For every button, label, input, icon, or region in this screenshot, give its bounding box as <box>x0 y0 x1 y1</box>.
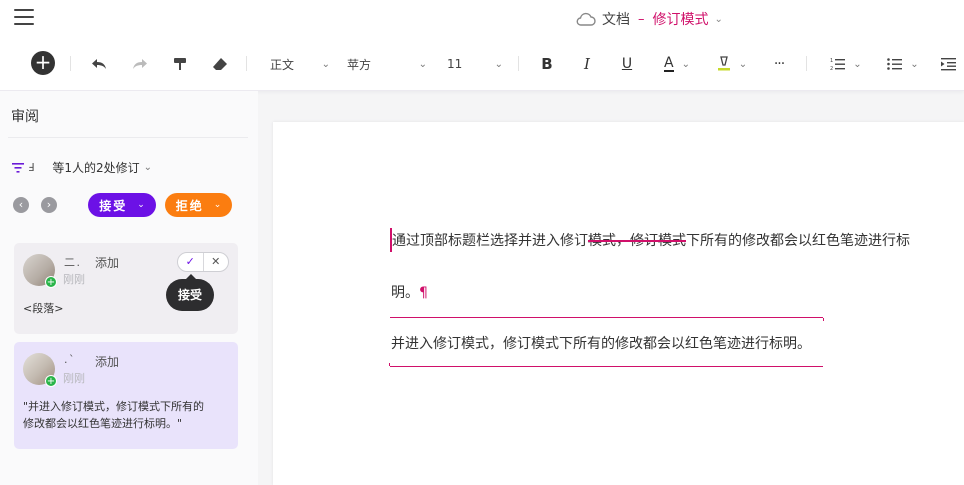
title-separator: – <box>638 11 645 27</box>
eraser-icon[interactable] <box>210 52 230 76</box>
avatar: + <box>23 254 57 288</box>
chevron-down-icon: ⌄ <box>681 58 690 70</box>
revision-content-line: 修改都会以红色笔迹进行标明。" <box>23 417 183 430</box>
paragraph-style-value: 正文 <box>270 57 295 72</box>
reject-revision-icon[interactable]: ✕ <box>204 253 229 271</box>
svg-text:2: 2 <box>830 66 833 71</box>
font-family-select[interactable]: 苹方 ⌄ <box>347 52 427 76</box>
review-title: 审阅 <box>11 109 39 125</box>
insert-plus-button[interactable]: + <box>31 51 55 75</box>
add-badge-icon: + <box>45 375 57 387</box>
underline-button[interactable]: U <box>617 52 637 76</box>
toolbar-divider <box>806 56 807 71</box>
revision-author: 二 . <box>64 256 80 269</box>
deleted-text: 模式，修订模式 <box>588 233 686 249</box>
undo-icon[interactable] <box>89 52 109 76</box>
chevron-down-icon: ⌄ <box>853 58 862 70</box>
chevron-down-icon: ⌄ <box>143 162 152 173</box>
chevron-down-icon[interactable]: ⌄ <box>715 14 723 25</box>
filter-icon <box>12 162 24 173</box>
ordered-list-button[interactable]: 12 ⌄ <box>826 52 866 76</box>
toolbar-divider <box>246 56 247 71</box>
font-size-select[interactable]: 11 ⌄ <box>447 52 503 76</box>
avatar: + <box>23 353 57 387</box>
inserted-text[interactable]: 并进入修订模式，修订模式下所有的修改都会以红色笔迹进行标明。 <box>391 333 811 353</box>
cloud-icon <box>576 12 596 26</box>
chevron-down-icon: ⌄ <box>213 200 222 210</box>
accept-label: 接受 <box>99 198 128 213</box>
chevron-down-icon: ⌄ <box>321 58 330 70</box>
revision-actions: ✓ ✕ <box>177 252 229 272</box>
indent-icon[interactable] <box>938 52 958 76</box>
toolbar: + 正文 ⌄ 苹方 ⌄ 11 ⌄ B I U A ⌄ ⌄ ··· 12 ⌄ ⌄ <box>0 38 964 91</box>
ordered-list-icon: 12 <box>830 58 846 71</box>
paragraph-text: 通过顶部标题栏选择并进入修订 <box>392 233 588 249</box>
chevron-down-icon: ⌄ <box>738 58 748 70</box>
bullet-list-icon <box>887 58 903 70</box>
accept-all-button[interactable]: 接受 ⌄ <box>88 193 156 217</box>
font-size-value: 11 <box>447 57 463 71</box>
reject-all-button[interactable]: 拒绝 ⌄ <box>165 193 232 217</box>
paragraph-style-select[interactable]: 正文 ⌄ <box>270 52 330 76</box>
font-color-letter: A <box>664 55 674 72</box>
highlighter-icon <box>717 56 730 71</box>
font-family-value: 苹方 <box>347 57 372 72</box>
accept-tooltip: 接受 <box>166 274 214 311</box>
paragraph-mark-icon: ¶ <box>419 285 428 301</box>
paragraph-line[interactable]: 明。¶ <box>391 282 428 302</box>
chevron-down-icon: ⌄ <box>137 200 145 210</box>
format-painter-icon[interactable] <box>170 52 190 76</box>
revision-time: 刚刚 <box>63 273 85 286</box>
italic-button[interactable]: I <box>577 52 597 76</box>
revision-card[interactable]: + . ` 添加 刚刚 "并进入修订模式，修订模式下所有的 修改都会以红色笔迹进… <box>14 342 238 449</box>
revision-content: "并进入修订模式，修订模式下所有的 修改都会以红色笔迹进行标明。" <box>23 398 204 432</box>
revision-content-line: "并进入修订模式，修订模式下所有的 <box>23 400 205 413</box>
paragraph-text: 下所有的修改都会以红色笔迹进行标 <box>686 233 910 249</box>
revision-action: 添加 <box>95 256 120 270</box>
toolbar-divider <box>518 56 519 71</box>
add-badge-icon: + <box>45 276 57 288</box>
top-bar: 文档 – 修订模式 ⌄ <box>0 0 964 38</box>
paragraph-text: 明。 <box>391 285 419 301</box>
revision-action: 添加 <box>95 355 120 369</box>
revision-filter[interactable]: Ⅎ 等1人的2处修订 ⌄ <box>12 159 152 176</box>
review-sidebar: 审阅 Ⅎ 等1人的2处修订 ⌄ ‹ › 接受 ⌄ 拒绝 ⌄ + 二 . 添加 刚… <box>0 91 258 485</box>
sidebar-divider <box>8 137 248 138</box>
title-area: 文档 – 修订模式 ⌄ <box>576 8 723 30</box>
more-options-button[interactable]: ··· <box>768 52 790 76</box>
svg-text:1: 1 <box>830 58 833 64</box>
revision-time: 刚刚 <box>63 372 85 385</box>
bullet-list-button[interactable]: ⌄ <box>883 52 923 76</box>
hamburger-menu-icon[interactable] <box>14 9 34 27</box>
revision-mode-dropdown[interactable]: 修订模式 <box>653 9 709 29</box>
chevron-down-icon: ⌄ <box>910 58 919 70</box>
chevron-down-icon: ⌄ <box>418 58 427 70</box>
reject-label: 拒绝 <box>175 198 204 213</box>
revision-content: <段落> <box>23 302 64 315</box>
previous-revision-button[interactable]: ‹ <box>13 197 29 213</box>
toolbar-divider <box>70 56 71 71</box>
filter-text: 等1人的2处修订 <box>52 161 140 175</box>
accept-revision-icon[interactable]: ✓ <box>178 253 204 271</box>
revision-author: . ` <box>64 353 74 366</box>
filter-prefix: Ⅎ <box>28 161 35 174</box>
chevron-down-icon: ⌄ <box>494 58 503 70</box>
bold-button[interactable]: B <box>537 52 557 76</box>
highlight-color-button[interactable]: ⌄ <box>712 52 752 76</box>
font-color-button[interactable]: A ⌄ <box>657 52 697 76</box>
next-revision-button[interactable]: › <box>41 197 57 213</box>
redo-icon[interactable] <box>130 52 150 76</box>
paragraph-line[interactable]: 通过顶部标题栏选择并进入修订模式，修订模式下所有的修改都会以红色笔迹进行标 <box>392 230 910 250</box>
doc-label: 文档 <box>602 12 630 28</box>
document-page[interactable]: 通过顶部标题栏选择并进入修订模式，修订模式下所有的修改都会以红色笔迹进行标 明。… <box>273 122 964 485</box>
